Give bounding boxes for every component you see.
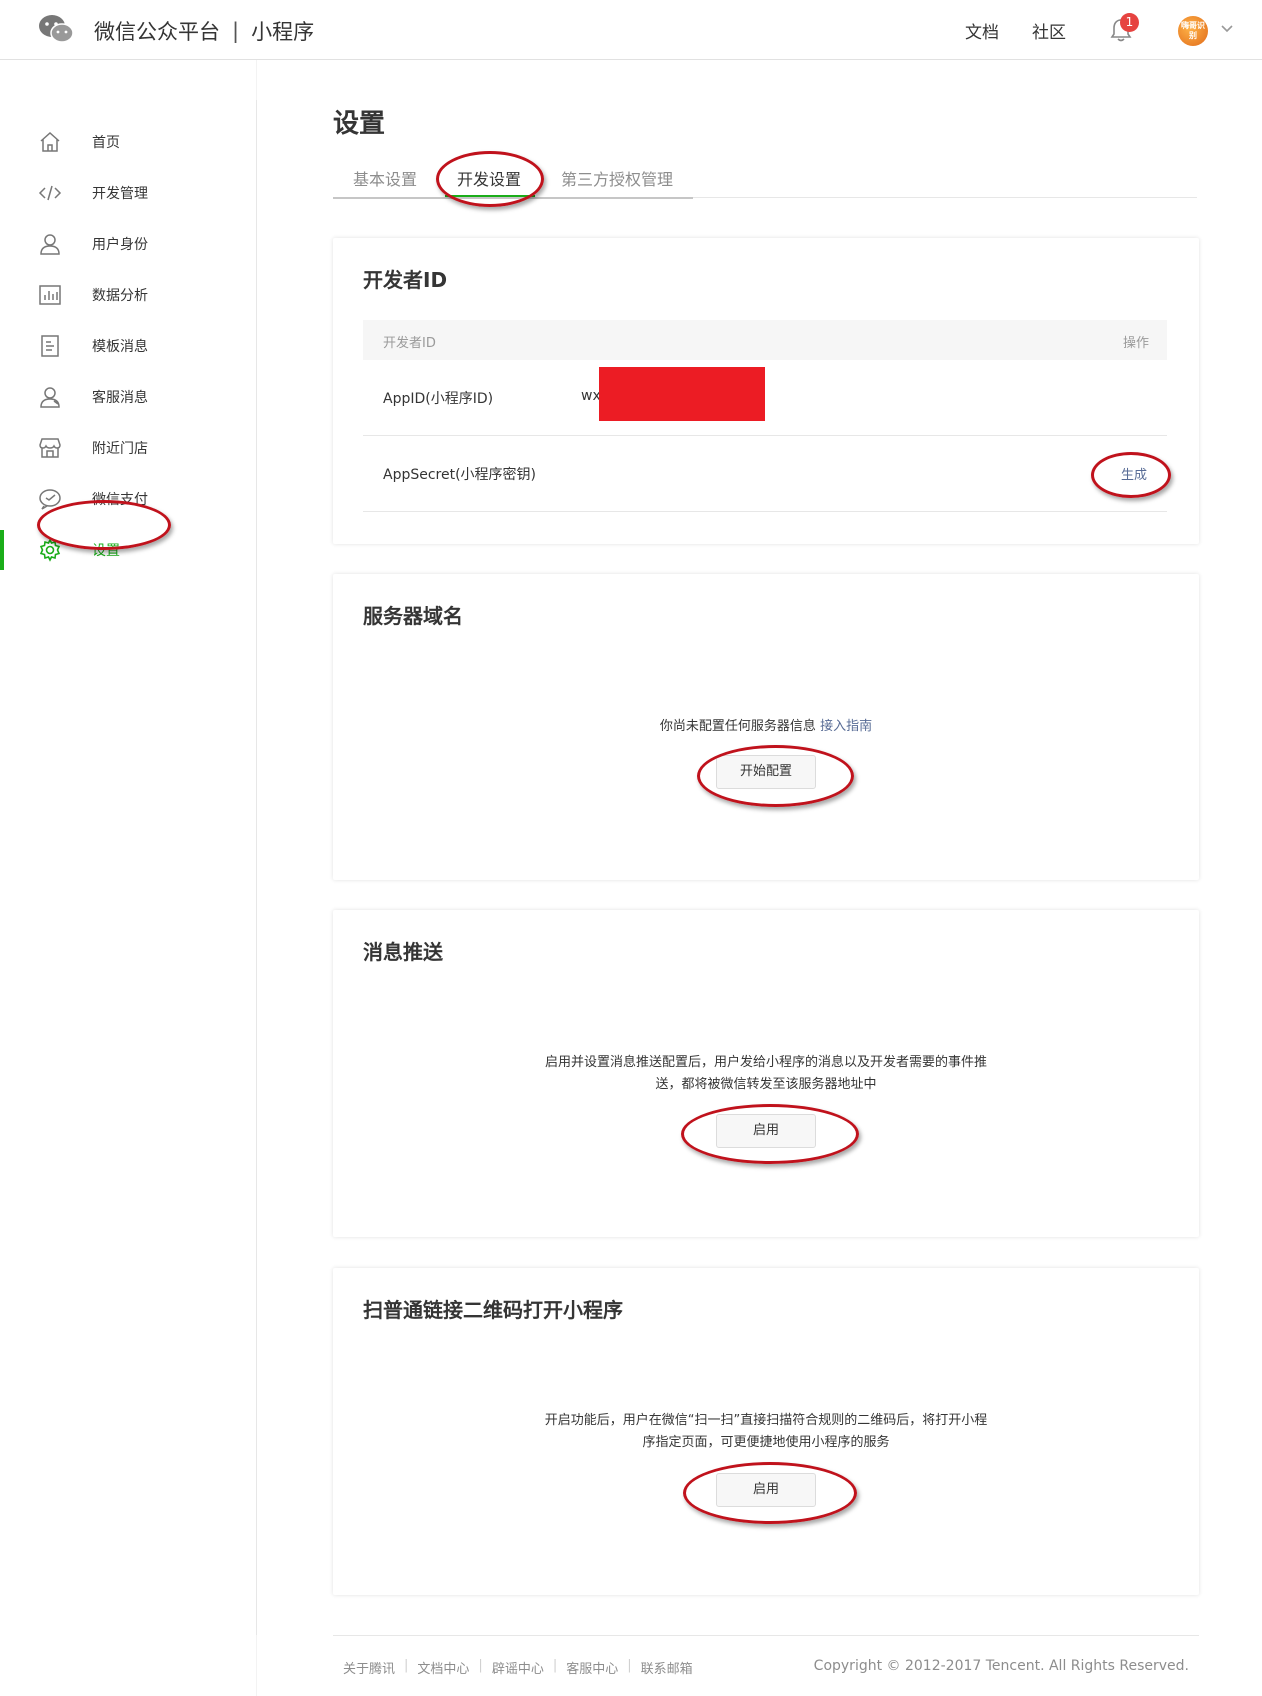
sidebar-item-template-message[interactable]: 模板消息 (0, 324, 256, 368)
sidebar-item-label: 客服消息 (92, 390, 148, 406)
brand-separator: | (232, 19, 240, 43)
footer-links: 关于腾讯 | 文档中心 | 辟谣中心 | 客服中心 | 联系邮箱 (343, 1658, 693, 1677)
no-server-text: 你尚未配置任何服务器信息 (659, 719, 816, 734)
table-row-appid: AppID(小程序ID) wx (363, 360, 1167, 436)
tab-dev-settings[interactable]: 开发设置 (457, 166, 521, 190)
card-title: 扫普通链接二维码打开小程序 (363, 1298, 623, 1322)
gear-icon (39, 538, 61, 562)
footer-separator: | (478, 1658, 483, 1673)
sidebar-item-data-analysis[interactable]: 数据分析 (0, 273, 256, 317)
sidebar-item-wechat-pay[interactable]: 微信支付 (0, 477, 256, 521)
settings-tabs: 基本设置 开发设置 第三方授权管理 (333, 160, 1197, 198)
access-guide-link[interactable]: 接入指南 (820, 719, 872, 734)
code-icon (38, 185, 62, 201)
page-title: 设置 (333, 109, 386, 139)
developer-id-card: 开发者ID 开发者ID 操作 AppID(小程序ID) wx AppSecret… (333, 238, 1199, 544)
brand-main: 微信公众平台 (94, 20, 220, 44)
user-icon (40, 234, 60, 255)
footer-separator: | (552, 1658, 558, 1673)
server-domain-card: 服务器域名 你尚未配置任何服务器信息 接入指南 开始配置 (333, 574, 1199, 880)
footer-separator: | (627, 1658, 632, 1673)
enable-qrcode-button[interactable]: 启用 (716, 1473, 816, 1507)
tab-third-party-auth[interactable]: 第三方授权管理 (561, 166, 673, 190)
sidebar-item-label: 开发管理 (92, 186, 148, 202)
card-title: 开发者ID (363, 268, 448, 292)
message-push-line1: 启用并设置消息推送配置后，用户发给小程序的消息以及开发者需要的事件推 (544, 1055, 987, 1070)
copyright-text: Copyright © 2012-2017 Tencent. All Right… (813, 1658, 1189, 1674)
sidebar-item-label: 用户身份 (92, 237, 148, 253)
brand-title[interactable]: 微信公众平台 | 小程序 (94, 16, 314, 46)
sidebar-item-label: 设置 (92, 543, 120, 559)
qrcode-card: 扫普通链接二维码打开小程序 开启功能后，用户在微信“扫一扫”直接扫描符合规则的二… (333, 1268, 1199, 1595)
footer-link-rumor[interactable]: 辟谣中心 (492, 1658, 544, 1677)
wechat-logo-icon[interactable] (38, 14, 74, 44)
redaction-box (599, 367, 765, 421)
generate-secret-link[interactable]: 生成 (1121, 464, 1147, 483)
sidebar-item-label: 数据分析 (92, 288, 148, 304)
appsecret-label: AppSecret(小程序密钥) (383, 467, 537, 483)
sidebar-item-label: 首页 (92, 135, 120, 151)
message-push-card: 消息推送 启用并设置消息推送配置后，用户发给小程序的消息以及开发者需要的事件推 … (333, 910, 1199, 1237)
column-header-action: 操作 (1122, 336, 1149, 351)
qrcode-line1: 开启功能后，用户在微信“扫一扫”直接扫描符合规则的二维码后，将打开小程 (544, 1413, 988, 1428)
sidebar-item-label: 模板消息 (92, 339, 148, 355)
appid-label: AppID(小程序ID) (383, 391, 494, 407)
sidebar-item-user-identity[interactable]: 用户身份 (0, 222, 256, 266)
footer-link-email[interactable]: 联系邮箱 (641, 1658, 693, 1677)
footer-link-docs[interactable]: 文档中心 (417, 1658, 469, 1677)
table-row-appsecret: AppSecret(小程序密钥) 生成 (363, 436, 1167, 512)
sidebar: 首页 开发管理 用户身份 数据分析 模板消息 客服消息 附近门店 微信支付 设置 (0, 60, 256, 1696)
appid-value[interactable]: wx (581, 388, 601, 404)
avatar[interactable]: 嗨哥识别 (1178, 16, 1208, 46)
document-icon (41, 335, 59, 357)
brand-sub: 小程序 (251, 20, 315, 44)
top-bar: 微信公众平台 | 小程序 文档 社区 1 嗨哥识别 (0, 0, 1262, 60)
tab-basic-settings[interactable]: 基本设置 (353, 166, 417, 190)
sidebar-item-label: 微信支付 (92, 492, 148, 508)
enable-message-push-button[interactable]: 启用 (716, 1114, 816, 1148)
sidebar-item-home[interactable]: 首页 (0, 120, 256, 164)
sidebar-item-dev-management[interactable]: 开发管理 (0, 171, 256, 215)
tabs-bottom-line (333, 197, 693, 199)
message-push-line2: 送，都将被微信转发至该服务器地址中 (655, 1077, 877, 1092)
home-icon (40, 131, 60, 152)
sidebar-item-customer-service[interactable]: 客服消息 (0, 375, 256, 419)
sidebar-item-nearby-store[interactable]: 附近门店 (0, 426, 256, 470)
card-title: 服务器域名 (363, 604, 463, 628)
chart-icon (39, 285, 61, 305)
qrcode-line2: 序指定页面，可更便捷地使用小程序的服务 (642, 1435, 890, 1450)
footer-link-about[interactable]: 关于腾讯 (343, 1658, 395, 1677)
footer-divider (333, 1635, 1199, 1636)
sidebar-item-settings[interactable]: 设置 (0, 528, 256, 572)
customer-service-icon (40, 387, 60, 408)
table-header: 开发者ID 操作 (363, 320, 1167, 360)
server-domain-message: 你尚未配置任何服务器信息 接入指南 (333, 716, 1199, 738)
card-title: 消息推送 (363, 940, 443, 964)
footer-link-service[interactable]: 客服中心 (566, 1658, 618, 1677)
sidebar-item-label: 附近门店 (92, 441, 148, 457)
column-header-id: 开发者ID (383, 336, 436, 351)
wechat-pay-icon (39, 489, 61, 510)
notification-badge: 1 (1120, 13, 1139, 32)
community-link[interactable]: 社区 (1032, 18, 1066, 43)
chevron-down-icon[interactable] (1220, 24, 1234, 34)
footer-separator: | (404, 1658, 409, 1673)
store-icon (39, 438, 61, 458)
start-config-button[interactable]: 开始配置 (716, 755, 816, 789)
docs-link[interactable]: 文档 (965, 18, 999, 43)
